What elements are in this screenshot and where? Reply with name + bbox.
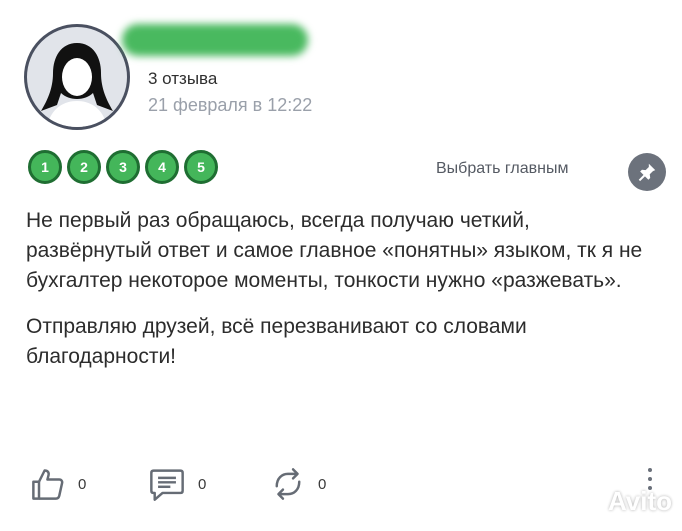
comment-button[interactable]: 0 <box>148 466 206 502</box>
rating-selector: 1 2 3 4 5 <box>28 150 218 184</box>
review-date: 21 февраля в 12:22 <box>148 95 313 115</box>
watermark-text: Avito <box>608 486 673 516</box>
repost-button[interactable]: 0 <box>270 466 326 502</box>
pin-icon <box>638 163 656 182</box>
repost-icon <box>275 468 301 500</box>
user-avatar-icon <box>41 43 113 127</box>
select-main-link[interactable]: Выбрать главным <box>436 160 568 178</box>
repost-count: 0 <box>318 475 327 493</box>
thumbs-up-icon <box>32 469 64 500</box>
rating-button-4[interactable]: 4 <box>145 150 179 184</box>
rating-button-1[interactable]: 1 <box>28 150 62 184</box>
comment-count: 0 <box>198 475 207 493</box>
more-dot <box>648 477 652 481</box>
avatar[interactable] <box>24 24 130 130</box>
more-vertical-icon <box>648 468 652 472</box>
reviewer-name-blurred <box>122 24 308 56</box>
review-text: Не первый раз обращаюсь, всегда получаю … <box>26 206 656 388</box>
rating-button-3[interactable]: 3 <box>106 150 140 184</box>
review-paragraph: Отправляю друзей, всё перезванивают со с… <box>26 315 527 368</box>
rating-button-5[interactable]: 5 <box>184 150 218 184</box>
avito-logo-icon <box>579 490 602 513</box>
pin-button[interactable] <box>628 153 666 191</box>
reviews-count[interactable]: 3 отзыва <box>148 69 217 89</box>
comment-icon <box>150 469 184 501</box>
rating-button-2[interactable]: 2 <box>67 150 101 184</box>
avito-watermark: Avito <box>578 486 672 517</box>
like-count: 0 <box>78 475 87 493</box>
like-button[interactable]: 0 <box>30 466 86 502</box>
review-paragraph: Не первый раз обращаюсь, всегда получаю … <box>26 209 643 292</box>
